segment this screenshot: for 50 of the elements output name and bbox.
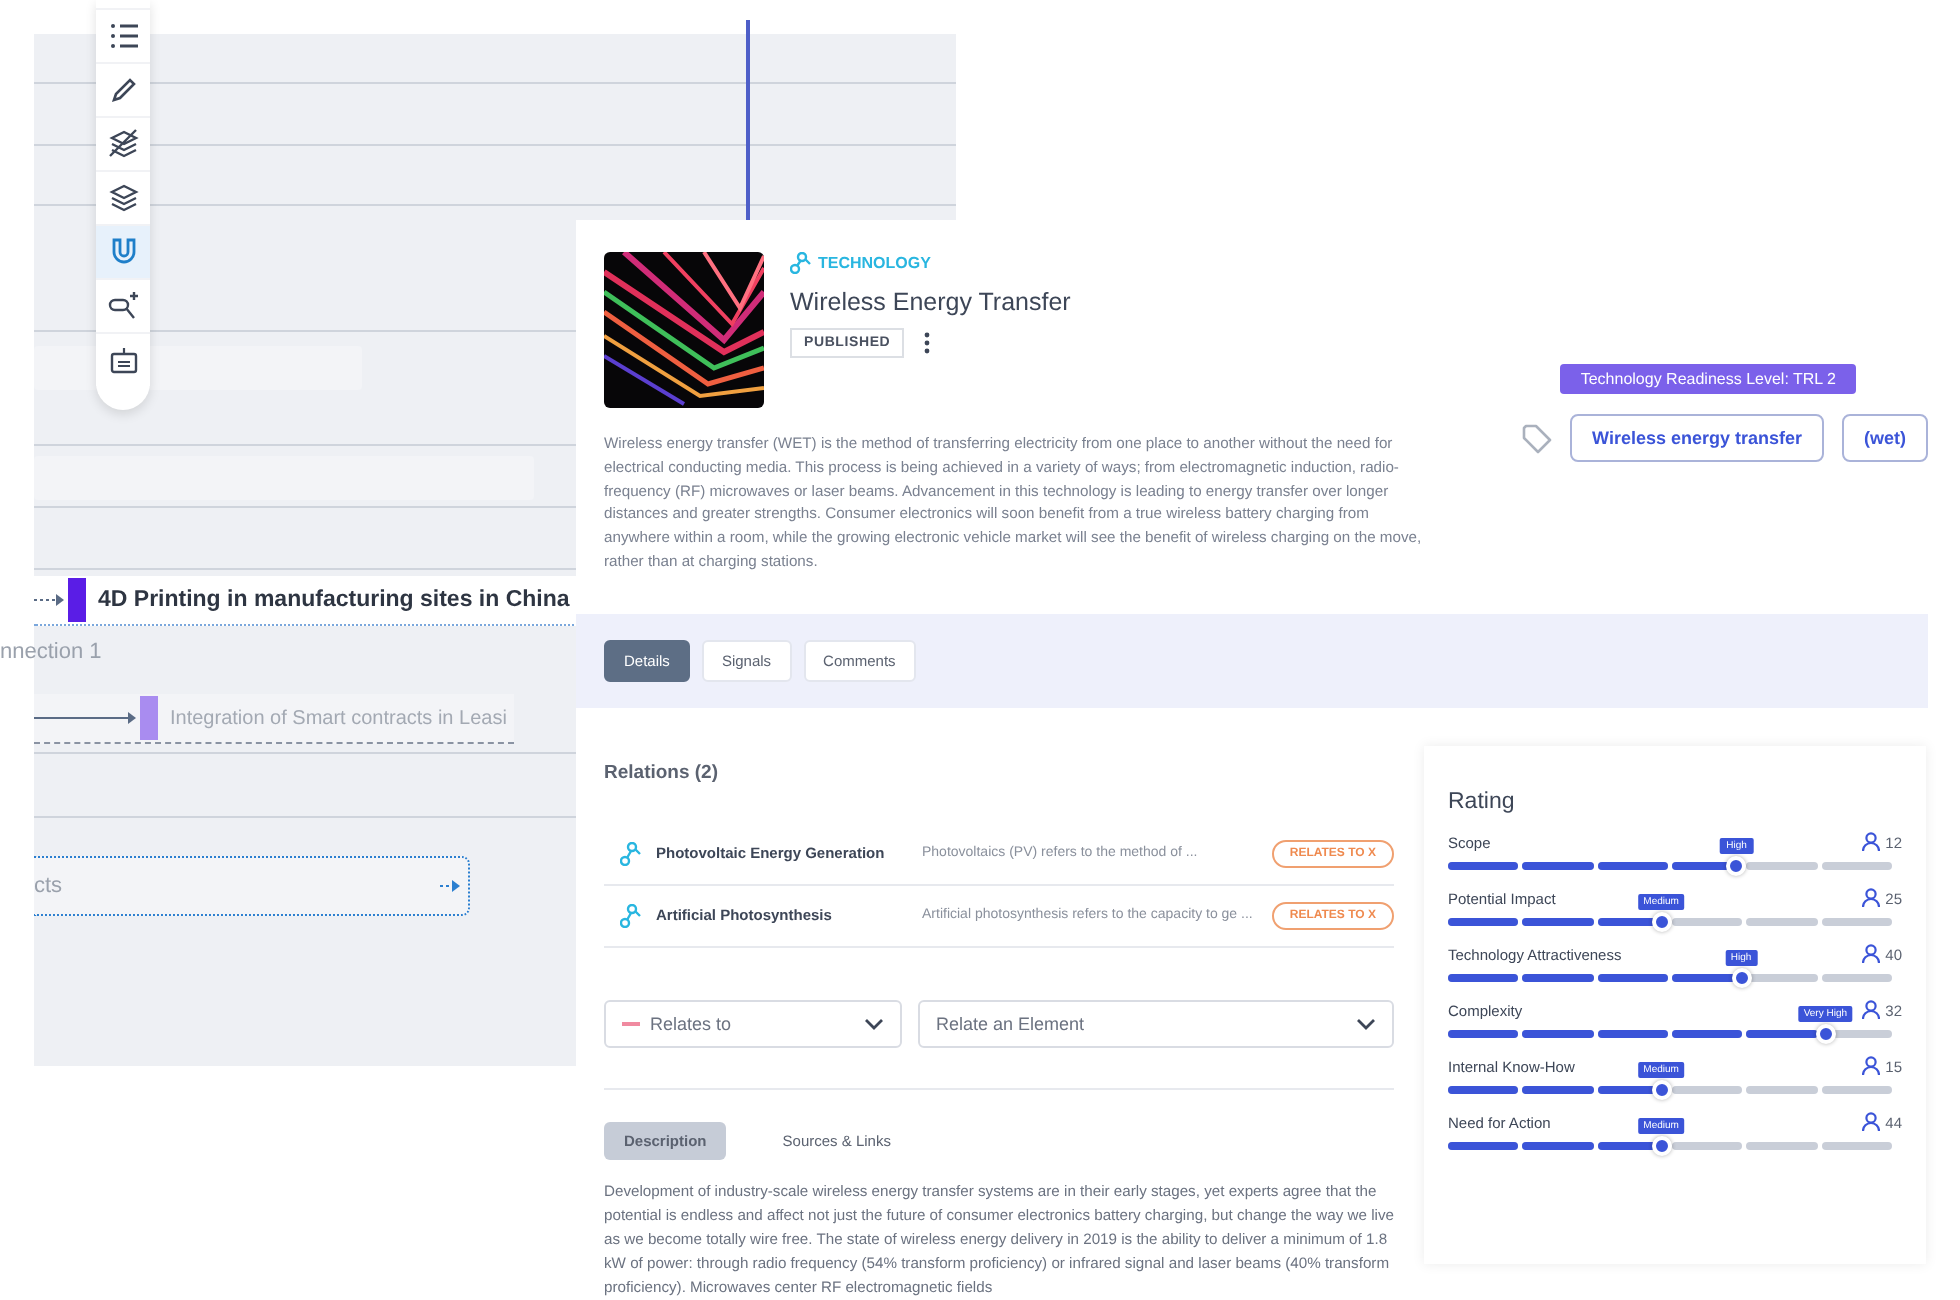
person-icon bbox=[1861, 832, 1880, 853]
connector-arrow bbox=[34, 592, 66, 608]
rating-title: Rating bbox=[1448, 789, 1517, 814]
rating-slider[interactable] bbox=[1448, 1141, 1892, 1150]
tool-button[interactable] bbox=[96, 8, 150, 62]
category-label: TECHNOLOGY bbox=[818, 254, 931, 272]
section-heading: Relations (2) bbox=[604, 761, 721, 784]
rating-slider[interactable] bbox=[1448, 861, 1892, 870]
readiness-badge: Technology Readiness Level: TRL 2 bbox=[1560, 364, 1856, 394]
technology-icon bbox=[620, 903, 642, 928]
tag-icon bbox=[1520, 422, 1553, 454]
tag-chip[interactable]: (wet) bbox=[1842, 414, 1928, 462]
technology-icon bbox=[790, 252, 812, 274]
list-icon bbox=[107, 20, 139, 52]
person-icon bbox=[1861, 1056, 1880, 1077]
tool-button[interactable] bbox=[96, 116, 150, 170]
person-icon bbox=[1861, 1112, 1880, 1133]
more-icon bbox=[924, 332, 931, 354]
connector-arrow bbox=[440, 878, 460, 894]
layers-icon bbox=[107, 128, 139, 160]
layers-icon bbox=[107, 182, 139, 214]
rating-slider[interactable] bbox=[1448, 1085, 1892, 1094]
connector-arrow bbox=[34, 710, 138, 726]
person-icon bbox=[1861, 944, 1880, 965]
dropdown[interactable]: Relate an Element bbox=[918, 999, 1394, 1048]
robot-icon bbox=[107, 344, 139, 376]
tool-button[interactable] bbox=[96, 278, 150, 332]
slider-thumb[interactable] bbox=[1815, 1023, 1836, 1044]
slider-thumb[interactable] bbox=[1651, 911, 1672, 932]
dropdown[interactable]: Relates to bbox=[604, 999, 902, 1048]
chevron-down-icon bbox=[1356, 1017, 1376, 1030]
slider-thumb[interactable] bbox=[1651, 1135, 1672, 1156]
chevron-down-icon bbox=[864, 1017, 884, 1030]
slider-thumb[interactable] bbox=[1651, 1079, 1672, 1100]
rating-slider[interactable] bbox=[1448, 917, 1892, 926]
tool-button[interactable] bbox=[96, 62, 150, 116]
rating-slider[interactable] bbox=[1448, 973, 1892, 982]
pencil-icon bbox=[107, 74, 139, 106]
element-title: Wireless Energy Transfer bbox=[790, 288, 1071, 316]
magnet-icon bbox=[107, 236, 139, 268]
connection-label: nnection 1 bbox=[0, 640, 102, 664]
slider-thumb[interactable] bbox=[1726, 855, 1747, 876]
slider-thumb[interactable] bbox=[1731, 967, 1752, 988]
tool-button[interactable] bbox=[96, 170, 150, 224]
tool-button[interactable] bbox=[96, 332, 150, 386]
technology-icon bbox=[620, 841, 642, 866]
group-title: cts bbox=[34, 874, 63, 898]
person-icon bbox=[1861, 1000, 1880, 1021]
person-icon bbox=[1861, 888, 1880, 909]
tag-chip[interactable]: Wireless energy transfer bbox=[1570, 414, 1824, 462]
